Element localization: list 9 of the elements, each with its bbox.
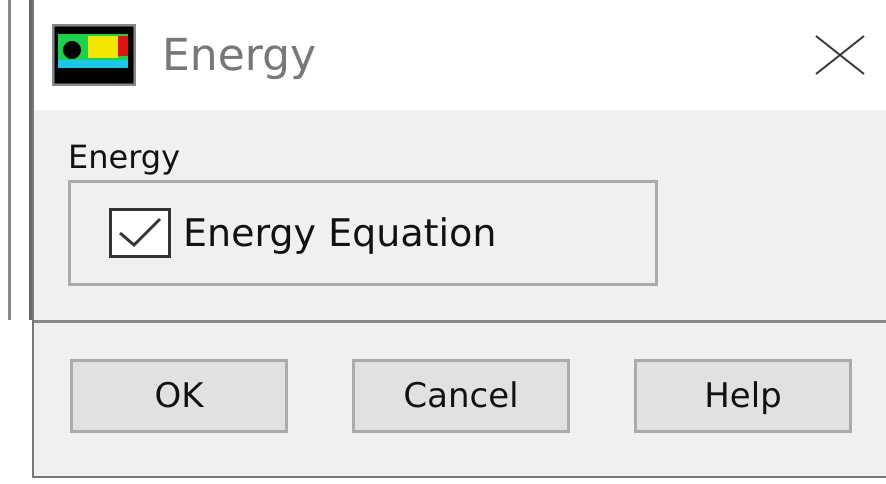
- checkbox[interactable]: [109, 208, 171, 258]
- group-label: Energy: [68, 138, 182, 176]
- dialog-button[interactable]: Help: [634, 359, 852, 433]
- app-icon: [52, 24, 136, 86]
- close-icon[interactable]: [814, 34, 866, 76]
- checkbox-label: Energy Equation: [183, 211, 496, 255]
- window-title: Energy: [162, 30, 318, 80]
- dialog-button[interactable]: Cancel: [352, 359, 570, 433]
- dialog-button[interactable]: OK: [70, 359, 288, 433]
